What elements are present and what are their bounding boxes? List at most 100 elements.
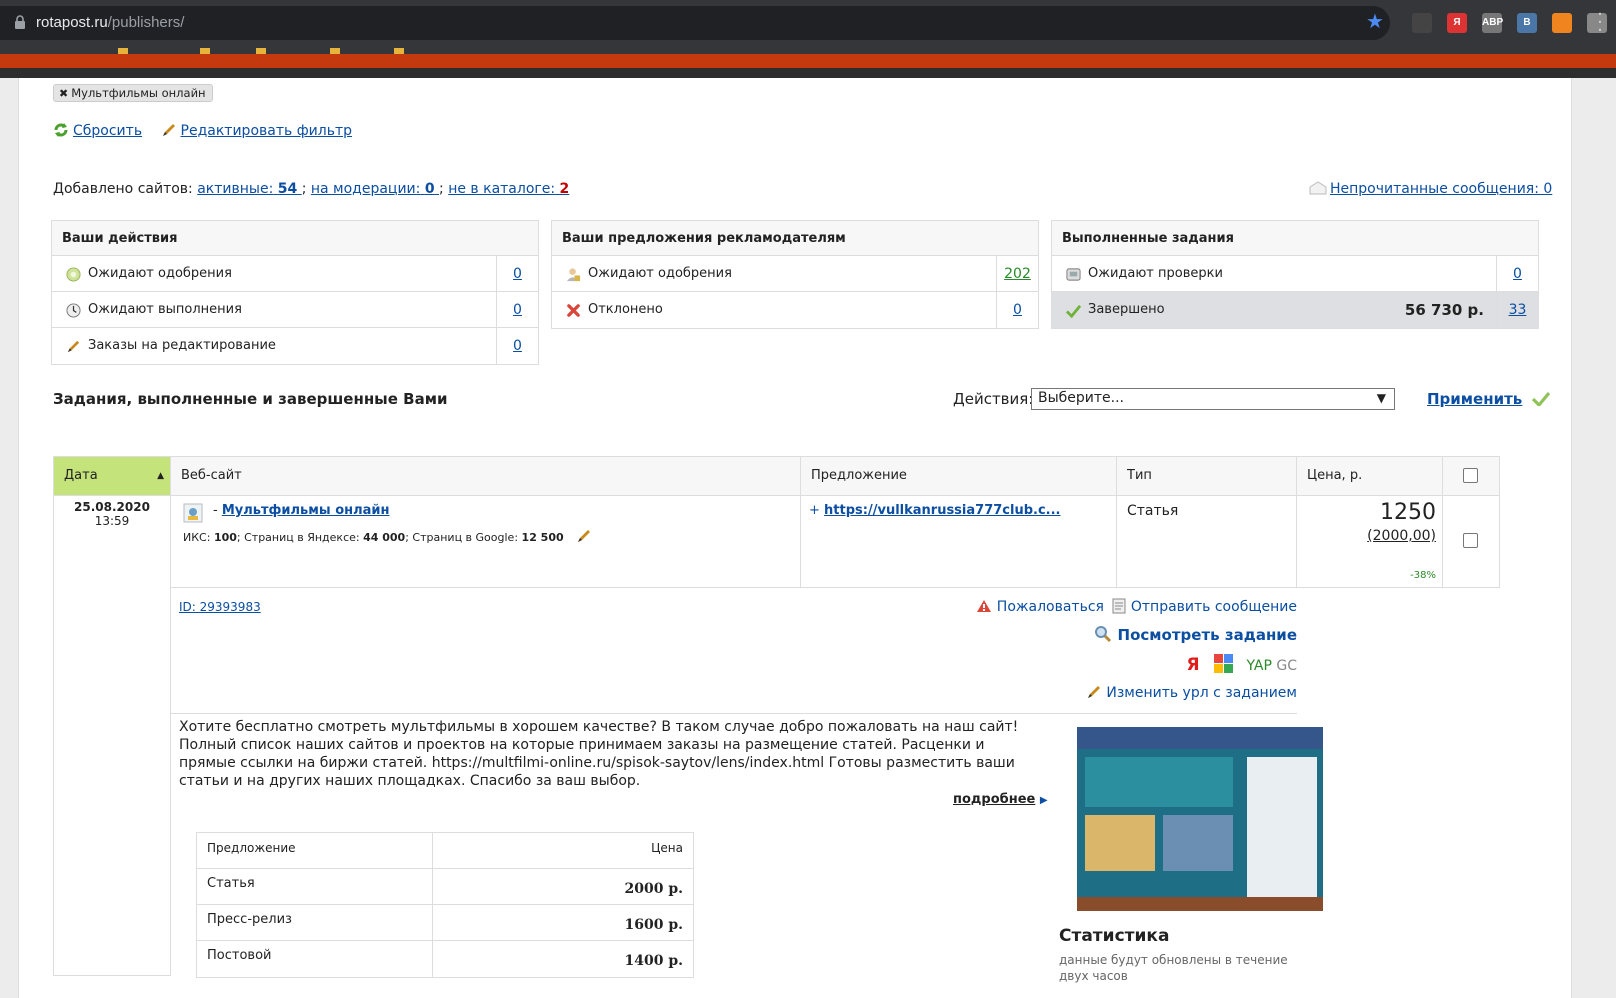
website-cell: - Мультфильмы онлайн ИКС: 100; Страниц в… bbox=[171, 496, 801, 588]
count-link[interactable]: 0 bbox=[513, 266, 522, 282]
reset-filter-link[interactable]: Сбросить bbox=[73, 123, 142, 139]
task-actions: Пожаловаться Отправить сообщение bbox=[976, 598, 1297, 615]
pencil-icon[interactable] bbox=[575, 528, 593, 544]
warning-icon bbox=[977, 600, 992, 612]
actions-select[interactable]: Выберите... ▼ bbox=[1031, 388, 1395, 410]
complain-link[interactable]: Пожаловаться bbox=[997, 599, 1104, 615]
clock-icon bbox=[66, 303, 81, 318]
offers-awaiting-row: Ожидают одобрения 202 bbox=[552, 256, 1038, 292]
view-task: Посмотреть задание bbox=[1094, 626, 1297, 644]
price-list-header: Предложение Цена bbox=[197, 833, 693, 869]
date-cell: 25.08.2020 13:59 bbox=[53, 496, 171, 976]
awaiting-execution-row: Ожидают выполнения 0 bbox=[52, 292, 538, 328]
remove-tag-icon[interactable]: ✖ bbox=[59, 87, 68, 100]
filter-actions: Сбросить Редактировать фильтр bbox=[53, 122, 366, 139]
yap-link[interactable]: YAP bbox=[1246, 658, 1271, 674]
your-actions-box: Ваши действия Ожидают одобрения 0 Ожидаю… bbox=[51, 220, 539, 365]
offer-cell: + https://vullkanrussia777club.c... bbox=[801, 496, 1117, 588]
magnifier-icon bbox=[1095, 626, 1112, 643]
gc-link[interactable]: GC bbox=[1276, 658, 1297, 674]
site-favicon-icon bbox=[183, 503, 203, 523]
not-in-catalog-link[interactable]: не в каталоге: 2 bbox=[448, 181, 569, 197]
sites-summary: Добавлено сайтов: активные: 54 ; на моде… bbox=[53, 181, 570, 197]
pencil-icon bbox=[1087, 686, 1100, 698]
stats-title: Статистика bbox=[1059, 926, 1170, 946]
box-title: Ваши предложения рекламодателям bbox=[552, 221, 1038, 256]
site-header-dark-stripe bbox=[0, 68, 1616, 78]
checkmark-icon bbox=[1531, 391, 1550, 408]
box-title: Выполненные задания bbox=[1052, 221, 1538, 256]
unread-messages-link[interactable]: Непрочитанные сообщения: 0 bbox=[1330, 181, 1552, 197]
offer-link[interactable]: https://vullkanrussia777club.c... bbox=[824, 503, 1060, 518]
envelope-icon bbox=[1309, 181, 1327, 195]
pending-icon bbox=[66, 267, 81, 282]
pencil-icon bbox=[162, 124, 175, 136]
column-select bbox=[1443, 456, 1500, 496]
yandex-ext-icon[interactable]: Я bbox=[1447, 13, 1467, 33]
awaiting-approval-row: Ожидают одобрения 0 bbox=[52, 256, 538, 292]
pencil-icon bbox=[67, 340, 80, 353]
apply-button[interactable]: Применить bbox=[1427, 390, 1550, 408]
bookmark-star-icon[interactable]: ★ bbox=[1366, 11, 1384, 31]
browser-toolbar: rotapost.ru/publishers/ ★ Я ABP B · · · bbox=[0, 0, 1616, 46]
count-link[interactable]: 0 bbox=[1513, 266, 1522, 282]
more-link[interactable]: подробнее ▶ bbox=[953, 792, 1048, 807]
google-icon[interactable] bbox=[1213, 654, 1234, 674]
change-url-link[interactable]: Изменить урл с заданием bbox=[1106, 685, 1297, 701]
user-pending-icon bbox=[566, 268, 581, 282]
site-preview-image[interactable] bbox=[1077, 727, 1323, 911]
task-id-link[interactable]: ID: 29393983 bbox=[179, 600, 261, 614]
moderation-sites-link[interactable]: на модерации: 0 bbox=[311, 181, 439, 197]
column-offer[interactable]: Предложение bbox=[801, 456, 1117, 496]
stats-text: данные будут обновлены в течение двух ча… bbox=[1059, 953, 1288, 983]
count-link[interactable]: 33 bbox=[1509, 302, 1527, 318]
sort-up-icon: ▲ bbox=[157, 471, 164, 481]
site-header-stripe bbox=[0, 54, 1616, 68]
checkmark-icon bbox=[1066, 304, 1081, 318]
count-link[interactable]: 202 bbox=[1004, 266, 1031, 282]
refresh-icon bbox=[54, 123, 68, 137]
edit-filter-link[interactable]: Редактировать фильтр bbox=[181, 123, 352, 139]
column-price[interactable]: Цена, р. bbox=[1297, 456, 1443, 496]
column-type[interactable]: Тип bbox=[1117, 456, 1297, 496]
type-cell: Статья bbox=[1117, 496, 1297, 588]
awaiting-review-row: Ожидают проверки 0 bbox=[1052, 256, 1538, 292]
rss-ext-icon[interactable] bbox=[1552, 13, 1572, 33]
bookmarks-bar bbox=[0, 46, 1616, 54]
send-message-link[interactable]: Отправить сообщение bbox=[1131, 599, 1297, 615]
vk-ext-icon[interactable]: B bbox=[1517, 13, 1537, 33]
offers-rejected-row: Отклонено 0 bbox=[552, 292, 1038, 328]
change-url: Изменить урл с заданием bbox=[1086, 684, 1297, 701]
price-row: Статья 2000 р. bbox=[197, 869, 693, 905]
completed-tasks-box: Выполненные задания Ожидают проверки 0 З… bbox=[1051, 220, 1539, 329]
site-link[interactable]: Мультфильмы онлайн bbox=[222, 503, 390, 518]
select-all-checkbox[interactable] bbox=[1463, 468, 1478, 483]
lock-icon bbox=[15, 15, 25, 29]
count-link[interactable]: 0 bbox=[1013, 302, 1022, 318]
browser-menu-icon[interactable]: · · · bbox=[1596, 6, 1604, 40]
box-title: Ваши действия bbox=[52, 221, 538, 256]
price-row: Пресс-релиз 1600 р. bbox=[197, 905, 693, 941]
message-icon bbox=[1112, 598, 1126, 614]
ext-icon-1[interactable] bbox=[1412, 13, 1432, 33]
yandex-icon[interactable]: Я bbox=[1186, 655, 1199, 675]
completed-row: Завершено 56 730 р. 33 bbox=[1052, 292, 1538, 328]
filter-tag[interactable]: ✖ Мультфильмы онлайн bbox=[53, 84, 213, 102]
edit-orders-row: Заказы на редактирование 0 bbox=[52, 328, 538, 364]
chevron-down-icon: ▼ bbox=[1376, 391, 1386, 405]
reject-icon bbox=[567, 304, 580, 317]
column-date[interactable]: Дата ▲ bbox=[53, 456, 171, 496]
view-task-link[interactable]: Посмотреть задание bbox=[1118, 626, 1297, 644]
site-metrics: ИКС: 100; Страниц в Яндексе: 44 000; Стр… bbox=[183, 528, 593, 544]
column-website[interactable]: Веб-сайт bbox=[171, 456, 801, 496]
address-bar[interactable]: rotapost.ru/publishers/ ★ bbox=[0, 6, 1390, 40]
count-link[interactable]: 0 bbox=[513, 338, 522, 354]
count-link[interactable]: 0 bbox=[513, 302, 522, 318]
active-sites-link[interactable]: активные: 54 bbox=[197, 181, 301, 197]
row-checkbox[interactable] bbox=[1463, 533, 1478, 548]
search-engine-icons: Я YAP GC bbox=[1186, 654, 1297, 675]
adblock-ext-icon[interactable]: ABP bbox=[1482, 13, 1503, 33]
review-icon bbox=[1066, 268, 1081, 281]
url-text: rotapost.ru/publishers/ bbox=[36, 14, 185, 31]
select-cell bbox=[1443, 496, 1500, 588]
